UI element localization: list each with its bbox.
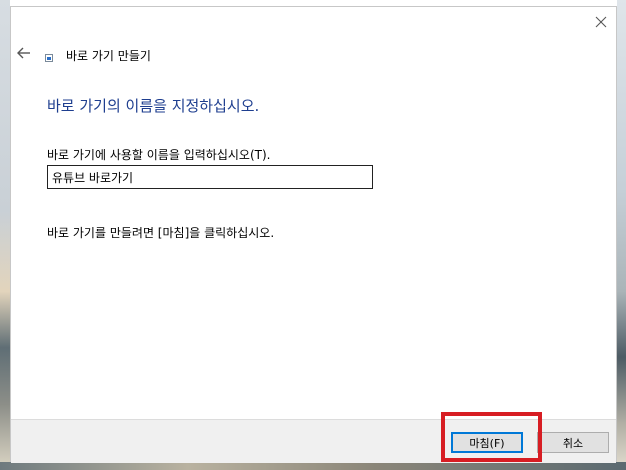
wizard-footer: 마침(F) 취소 [11,419,616,463]
desktop-background-bottom [0,462,626,470]
page-heading: 바로 가기의 이름을 지정하십시오. [47,97,260,115]
shortcut-name-input[interactable] [47,165,373,189]
window-title: 바로 가기 만들기 [66,49,151,63]
create-shortcut-wizard: 바로 가기 만들기 바로 가기의 이름을 지정하십시오. 바로 가기에 사용할 … [10,6,617,463]
desktop-background-right [617,0,626,470]
back-arrow-icon[interactable] [17,47,31,59]
cancel-button[interactable]: 취소 [537,432,609,453]
shortcut-icon [45,54,53,62]
close-icon[interactable] [593,14,609,30]
desktop-background-left [0,0,10,470]
finish-button[interactable]: 마침(F) [451,432,523,453]
finish-hint-text: 바로 가기를 만들려면 [마침]을 클릭하십시오. [47,226,275,240]
shortcut-name-label: 바로 가기에 사용할 이름을 입력하십시오(T). [47,148,271,162]
